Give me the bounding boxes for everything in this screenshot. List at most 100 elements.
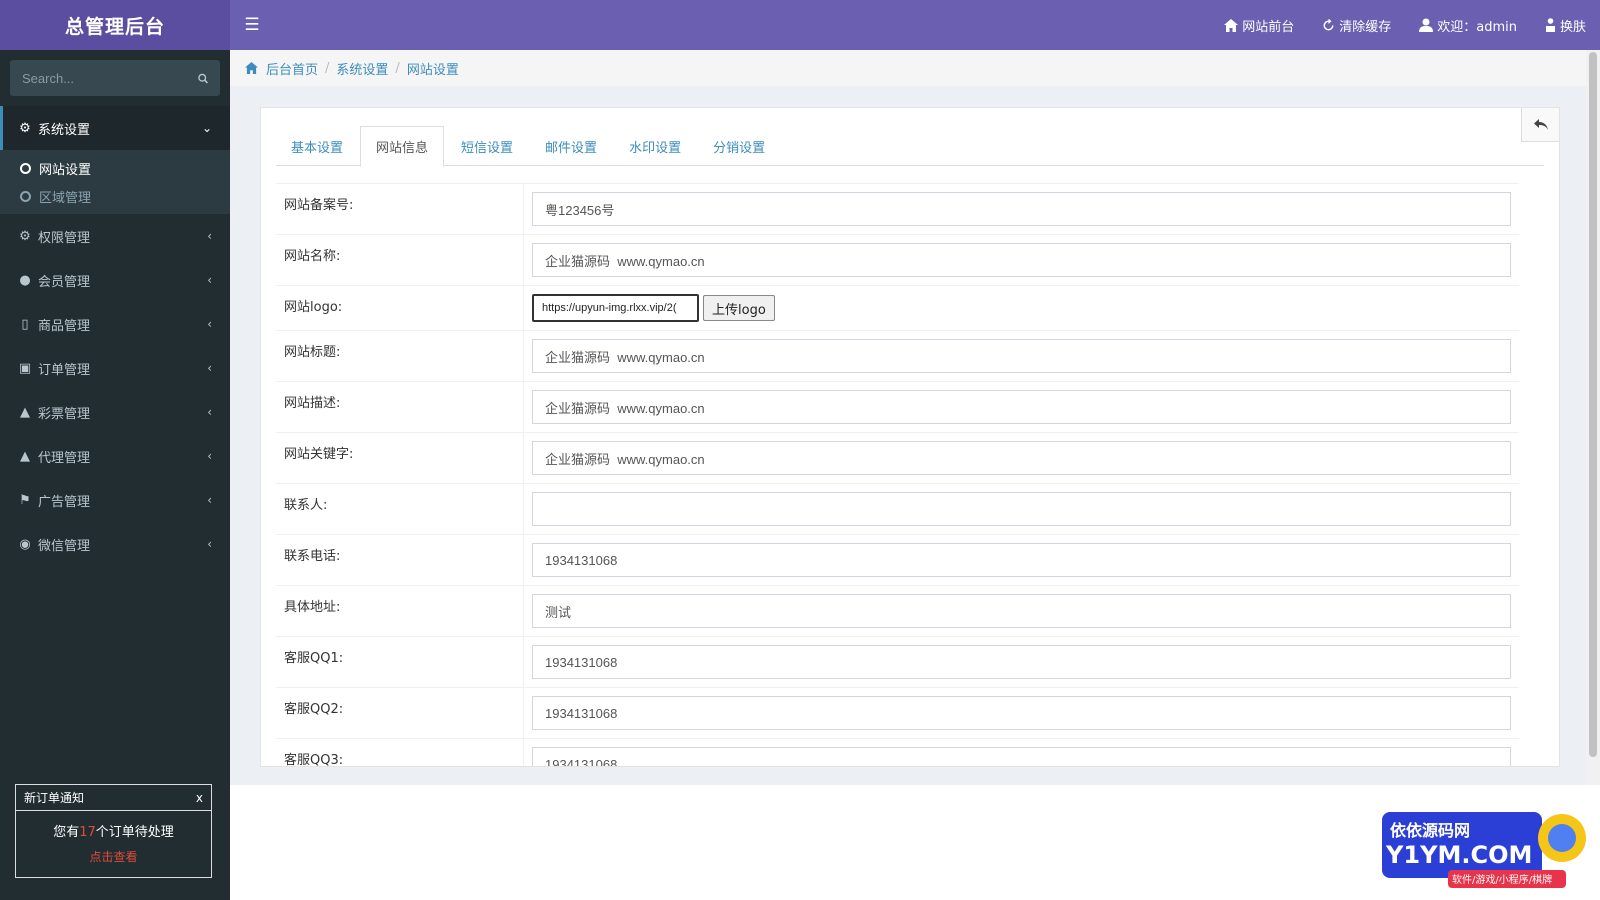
user-icon: ● xyxy=(19,272,31,288)
navbar-right: 网站前台 清除缓存 欢迎：admin 换肤 xyxy=(1210,0,1600,50)
submenu-system: 网站设置 区域管理 xyxy=(0,150,230,214)
circle-icon xyxy=(20,190,31,202)
menu-orders[interactable]: ▣ 订单管理 ‹ xyxy=(0,346,230,390)
tab-sms[interactable]: 短信设置 xyxy=(446,126,528,166)
menu-label: 广告管理 xyxy=(38,494,91,510)
nav-frontend-link[interactable]: 网站前台 xyxy=(1210,0,1308,50)
bell-icon: ▲ xyxy=(20,404,30,420)
notice-close-button[interactable]: x xyxy=(196,791,203,805)
menu-permissions[interactable]: ⚙ 权限管理 ‹ xyxy=(0,214,230,258)
tab-basic[interactable]: 基本设置 xyxy=(276,126,358,166)
form-row-phone: 联系电话: xyxy=(276,535,1519,586)
phone-input[interactable] xyxy=(532,543,1511,577)
menu-members[interactable]: ● 会员管理 ‹ xyxy=(0,258,230,302)
field-label: 客服QQ3: xyxy=(276,739,524,766)
tab-email[interactable]: 邮件设置 xyxy=(530,126,612,166)
form-row-beian: 网站备案号: xyxy=(276,184,1519,235)
field-label: 网站名称: xyxy=(276,235,524,285)
breadcrumb-system[interactable]: 系统设置 xyxy=(336,59,388,78)
hamburger-icon[interactable]: ☰ xyxy=(230,0,274,50)
settings-tabs: 基本设置 网站信息 短信设置 邮件设置 水印设置 分销设置 xyxy=(276,126,1544,167)
chevron-left-icon: ‹ xyxy=(207,537,212,551)
qq1-input[interactable] xyxy=(532,645,1511,679)
notice-body: 您有17个订单待处理 点击查看 xyxy=(16,811,211,865)
notice-view-link[interactable]: 点击查看 xyxy=(16,848,211,865)
form-row-contact: 联系人: xyxy=(276,484,1519,535)
flag-icon: ⚑ xyxy=(19,492,31,508)
app-logo-title[interactable]: 总管理后台 xyxy=(0,0,230,50)
form-row-site-name: 网站名称: xyxy=(276,235,1519,286)
gear-icon: ⚙ xyxy=(19,120,31,136)
form-row-site-title: 网站标题: xyxy=(276,331,1519,382)
form-row-qq3: 客服QQ3: xyxy=(276,739,1519,766)
search-icon[interactable] xyxy=(198,72,208,85)
submenu-label: 网站设置 xyxy=(39,162,92,178)
bell-icon: ▲ xyxy=(20,448,30,464)
chevron-left-icon: ‹ xyxy=(207,361,212,375)
watermark-logo: 依依源码网 Y1YM.COM 软件/游戏/小程序/棋牌 xyxy=(1382,812,1586,888)
nav-skin-switch[interactable]: 换肤 xyxy=(1531,0,1600,50)
page-scrollbar-thumb[interactable] xyxy=(1589,52,1597,757)
menu-label: 代理管理 xyxy=(38,450,91,466)
notice-header: 新订单通知 x xyxy=(16,785,211,811)
submenu-site-settings[interactable]: 网站设置 xyxy=(0,154,230,182)
menu-label: 彩票管理 xyxy=(38,406,91,422)
book-icon: ▯ xyxy=(21,316,29,332)
menu-system-settings[interactable]: ⚙ 系统设置 ⌄ xyxy=(0,106,230,150)
upload-logo-button[interactable]: 上传logo xyxy=(703,295,775,321)
submenu-region-manage[interactable]: 区域管理 xyxy=(0,182,230,210)
field-label: 联系人: xyxy=(276,484,524,534)
chevron-left-icon: ‹ xyxy=(207,229,212,243)
form-row-site-desc: 网站描述: xyxy=(276,382,1519,433)
site-title-input[interactable] xyxy=(532,339,1511,373)
nav-clear-cache[interactable]: 清除缓存 xyxy=(1308,0,1405,50)
menu-label: 订单管理 xyxy=(38,362,91,378)
menu-label: 权限管理 xyxy=(38,230,91,246)
contact-input[interactable] xyxy=(532,492,1511,526)
nav-user-label: 欢迎：admin xyxy=(1437,19,1517,35)
watermark-line3: 软件/游戏/小程序/棋牌 xyxy=(1452,873,1552,886)
notice-count: 17 xyxy=(79,825,96,840)
keywords-input[interactable] xyxy=(532,441,1511,475)
home-icon xyxy=(245,62,258,74)
wechat-icon: ◉ xyxy=(19,536,31,552)
tab-site-info[interactable]: 网站信息 xyxy=(360,126,445,167)
address-input[interactable] xyxy=(532,594,1511,628)
field-label: 网站logo: xyxy=(276,286,524,330)
beian-input[interactable] xyxy=(532,192,1511,226)
sidebar-search xyxy=(10,60,220,96)
menu-agents[interactable]: ▲ 代理管理 ‹ xyxy=(0,434,230,478)
chevron-left-icon: ‹ xyxy=(207,449,212,463)
sidebar: ⚙ 系统设置 ⌄ 网站设置 区域管理 ⚙ 权限管理 ‹ ● 会员管理 ‹ ▯ xyxy=(0,50,230,900)
qq3-input[interactable] xyxy=(532,747,1511,766)
menu-wechat[interactable]: ◉ 微信管理 ‹ xyxy=(0,522,230,566)
search-input[interactable] xyxy=(22,70,198,86)
site-desc-input[interactable] xyxy=(532,390,1511,424)
tab-distribution[interactable]: 分销设置 xyxy=(698,126,780,166)
field-label: 客服QQ1: xyxy=(276,637,524,687)
nav-clear-cache-label: 清除缓存 xyxy=(1339,19,1392,35)
new-order-notice: 新订单通知 x 您有17个订单待处理 点击查看 xyxy=(15,784,212,878)
breadcrumb-site-settings[interactable]: 网站设置 xyxy=(407,59,459,78)
field-label: 客服QQ2: xyxy=(276,688,524,738)
tab-watermark[interactable]: 水印设置 xyxy=(614,126,696,166)
chevron-down-icon: ⌄ xyxy=(201,121,212,135)
menu-ads[interactable]: ⚑ 广告管理 ‹ xyxy=(0,478,230,522)
chevron-left-icon: ‹ xyxy=(207,405,212,419)
field-label: 联系电话: xyxy=(276,535,524,585)
nav-user-welcome[interactable]: 欢迎：admin xyxy=(1405,0,1531,50)
logo-url-input[interactable] xyxy=(532,294,699,322)
form-row-address: 具体地址: xyxy=(276,586,1519,637)
breadcrumb-home[interactable]: 后台首页 xyxy=(266,59,318,78)
menu-lottery[interactable]: ▲ 彩票管理 ‹ xyxy=(0,390,230,434)
chevron-left-icon: ‹ xyxy=(207,493,212,507)
site-name-input[interactable] xyxy=(532,243,1511,277)
field-label: 具体地址: xyxy=(276,586,524,636)
form-row-keywords: 网站关键字: xyxy=(276,433,1519,484)
home-icon xyxy=(1224,18,1239,32)
refresh-icon xyxy=(1323,18,1334,30)
notice-text-before: 您有 xyxy=(53,825,80,840)
settings-panel: 基本设置 网站信息 短信设置 邮件设置 水印设置 分销设置 网站备案号: 网站名… xyxy=(260,107,1560,767)
menu-products[interactable]: ▯ 商品管理 ‹ xyxy=(0,302,230,346)
qq2-input[interactable] xyxy=(532,696,1511,730)
